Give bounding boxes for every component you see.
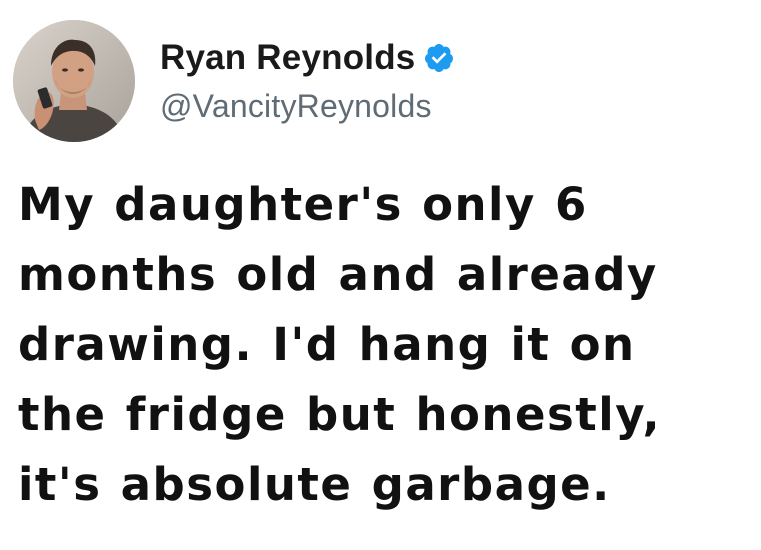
tweet-text-line: the fridge but honestly, bbox=[18, 388, 662, 441]
author-block: Ryan Reynolds @VancityReynolds bbox=[160, 36, 455, 125]
tweet-text-line: My daughter's only 6 bbox=[18, 178, 588, 231]
verified-check-icon bbox=[423, 42, 455, 74]
tweet-text-line: it's absolute garbage. bbox=[18, 458, 611, 511]
tweet-text-line: months old and already bbox=[18, 248, 658, 301]
tweet-card: Ryan Reynolds @VancityReynolds My daught… bbox=[0, 0, 761, 550]
avatar[interactable] bbox=[13, 20, 135, 142]
tweet-text-line: drawing. I'd hang it on bbox=[18, 318, 636, 371]
profile-photo-icon bbox=[13, 20, 135, 142]
display-name[interactable]: Ryan Reynolds bbox=[160, 38, 415, 78]
tweet-text: My daughter's only 6 months old and alre… bbox=[18, 170, 748, 520]
name-row: Ryan Reynolds bbox=[160, 36, 455, 80]
user-handle[interactable]: @VancityReynolds bbox=[160, 88, 455, 125]
